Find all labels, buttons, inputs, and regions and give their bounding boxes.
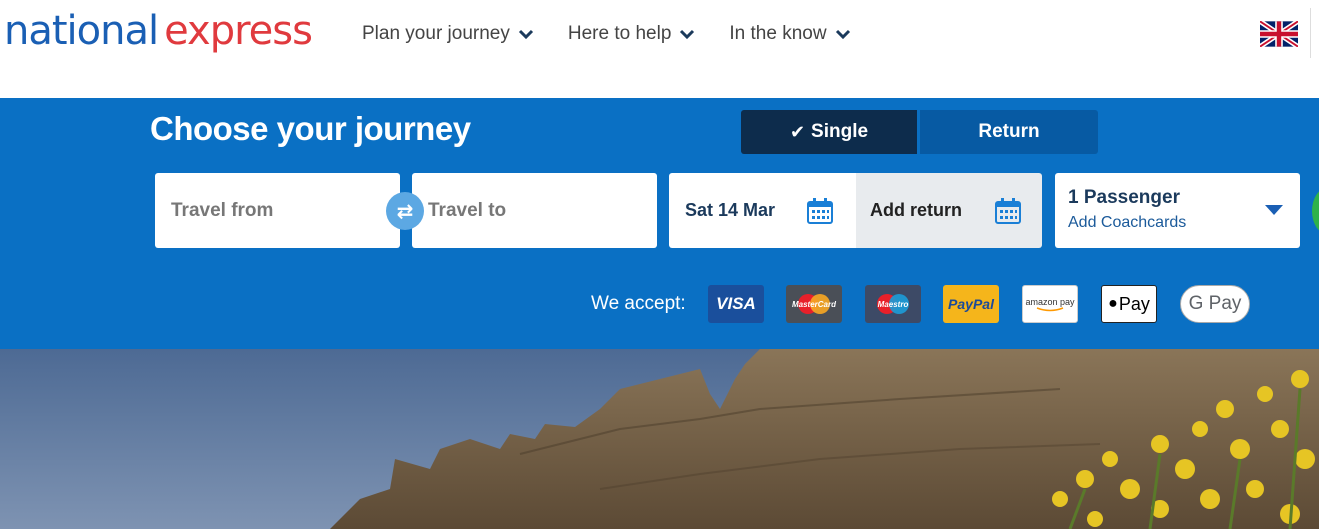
apple-pay-logo: ● Pay bbox=[1101, 285, 1157, 323]
main-nav: Plan your journey Here to help In the kn… bbox=[362, 20, 885, 48]
header-divider bbox=[1310, 8, 1311, 58]
search-button[interactable] bbox=[1312, 188, 1319, 234]
nav-label: Here to help bbox=[567, 23, 672, 44]
we-accept-label: We accept: bbox=[591, 293, 686, 314]
single-trip-button[interactable]: ✔ Single bbox=[741, 110, 917, 154]
page-title: Choose your journey bbox=[150, 110, 471, 147]
paypal-logo: PayPal bbox=[943, 285, 999, 323]
logo-express: express bbox=[164, 8, 313, 54]
add-return-label: Add return bbox=[870, 200, 962, 220]
logo-national: national bbox=[4, 8, 159, 54]
return-label: Return bbox=[978, 121, 1040, 142]
nav-label: In the know bbox=[729, 23, 827, 44]
chevron-down-icon bbox=[835, 29, 850, 40]
amazon-pay-logo: amazon pay bbox=[1022, 285, 1078, 323]
amazon-pay-text: amazon pay bbox=[1025, 296, 1075, 307]
hero-image bbox=[0, 349, 1319, 529]
nav-label: Plan your journey bbox=[362, 23, 510, 44]
nav-here-to-help[interactable]: Here to help bbox=[568, 20, 696, 48]
travel-from-field bbox=[155, 173, 400, 248]
passengers-selector[interactable]: 1 Passenger Add Coachcards bbox=[1055, 173, 1300, 248]
caret-down-icon bbox=[1265, 205, 1283, 215]
mastercard-logo: MasterCard bbox=[786, 285, 842, 323]
calendar-icon bbox=[995, 197, 1021, 224]
uk-flag-icon[interactable] bbox=[1260, 21, 1298, 47]
chevron-down-icon bbox=[518, 29, 533, 40]
visa-logo: VISA bbox=[708, 285, 764, 323]
google-pay-logo: G Pay bbox=[1180, 285, 1250, 323]
travel-to-field bbox=[412, 173, 657, 248]
maestro-text: Maestro bbox=[877, 299, 909, 309]
calendar-icon bbox=[807, 197, 833, 224]
journey-search-panel: Choose your journey ✔ Single Return ⇄ Sa… bbox=[0, 98, 1319, 349]
return-trip-button[interactable]: Return bbox=[920, 110, 1098, 154]
apple-icon: ● bbox=[1108, 295, 1118, 312]
site-header: national express Plan your journey Here … bbox=[0, 0, 1319, 98]
nav-in-the-know[interactable]: In the know bbox=[729, 20, 850, 48]
date-picker: Sat 14 Mar Add return bbox=[669, 173, 1042, 248]
travel-to-input[interactable] bbox=[412, 173, 657, 248]
single-label: Single bbox=[811, 121, 869, 142]
chevron-down-icon bbox=[680, 29, 695, 40]
nav-plan-your-journey[interactable]: Plan your journey bbox=[362, 20, 534, 48]
national-express-logo[interactable]: national express bbox=[4, 8, 313, 58]
return-date-field[interactable]: Add return bbox=[856, 173, 1042, 248]
amazon-smile-icon bbox=[1036, 306, 1064, 311]
outbound-date-value: Sat 14 Mar bbox=[685, 200, 776, 220]
travel-from-input[interactable] bbox=[155, 173, 400, 248]
swap-arrows-icon[interactable]: ⇄ bbox=[386, 192, 424, 230]
add-coachcards-link[interactable]: Add Coachcards bbox=[1068, 214, 1300, 232]
maestro-logo: Maestro bbox=[865, 285, 921, 323]
outbound-date-field[interactable]: Sat 14 Mar bbox=[669, 173, 856, 248]
apple-pay-text: Pay bbox=[1118, 293, 1150, 314]
check-icon: ✔ bbox=[789, 121, 806, 142]
mastercard-text: MasterCard bbox=[791, 299, 836, 309]
york-city-walls-image bbox=[0, 349, 1319, 529]
